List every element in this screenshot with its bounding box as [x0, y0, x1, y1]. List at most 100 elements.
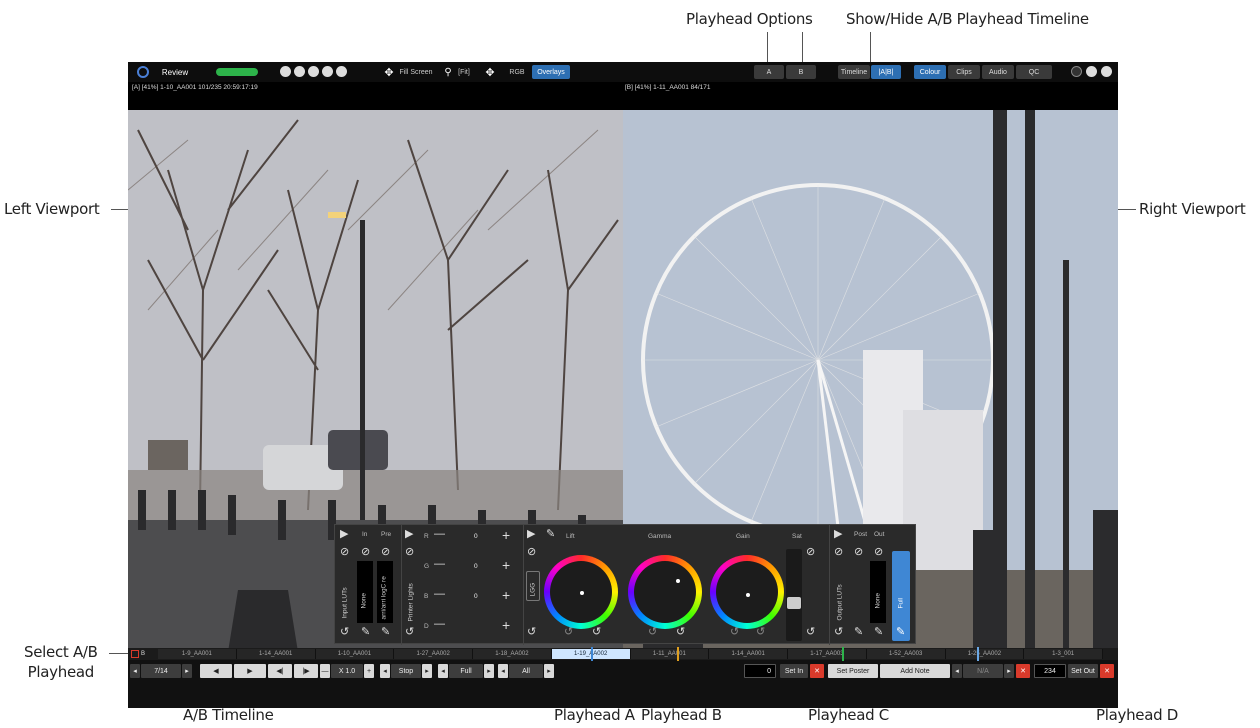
view-mode-icon-1[interactable]: [280, 66, 291, 77]
ab-timeline-toggle[interactable]: |A|B|: [871, 65, 901, 79]
loop-prev-button[interactable]: ◂: [380, 664, 390, 678]
loop-mode[interactable]: Stop: [391, 664, 421, 678]
playhead-a-button[interactable]: A: [754, 65, 784, 79]
d-minus-button[interactable]: —: [434, 619, 445, 630]
timeline-clip[interactable]: 1-3_001: [1024, 649, 1103, 659]
timeline-clip[interactable]: 1-9_AA001: [158, 649, 237, 659]
disable-icon[interactable]: ⊘: [806, 547, 815, 558]
set-poster-button[interactable]: Set Poster: [828, 664, 878, 678]
colour-tab[interactable]: Colour: [914, 65, 946, 79]
r-value[interactable]: 0: [474, 533, 478, 540]
r-minus-button[interactable]: —: [434, 529, 445, 540]
range-prev-button[interactable]: ◂: [438, 664, 448, 678]
play-button[interactable]: ▶: [234, 664, 266, 678]
edit-icon[interactable]: ✎: [874, 627, 883, 638]
play-icon[interactable]: ▶: [834, 529, 842, 540]
play-icon[interactable]: ▶: [340, 529, 348, 540]
microphone-icon[interactable]: [336, 66, 347, 77]
clear-in-button[interactable]: ✕: [810, 664, 824, 678]
ab-timeline[interactable]: B 1-9_AA001 1-14_AA001 1-10_AA001 1-27_AA00…: [128, 647, 1118, 661]
settings-icon[interactable]: [1101, 66, 1112, 77]
b-value[interactable]: 0: [474, 593, 478, 600]
clips-tab[interactable]: Clips: [948, 65, 980, 79]
note-prev-button[interactable]: ◂: [952, 664, 962, 678]
playhead-b-button[interactable]: B: [786, 65, 816, 79]
app-logo-icon[interactable]: [136, 65, 150, 79]
disable-icon[interactable]: ⊘: [874, 547, 883, 558]
gamma-wheel-handle[interactable]: [676, 579, 680, 583]
lift-wheel-handle[interactable]: [580, 591, 584, 595]
scope-prev-button[interactable]: ◂: [498, 664, 508, 678]
gain-reset-icon-2[interactable]: ↺: [756, 627, 765, 638]
range-next-button[interactable]: ▸: [484, 664, 494, 678]
prev-clip-button[interactable]: ◂: [130, 664, 140, 678]
gamma-reset-icon-2[interactable]: ↺: [676, 627, 685, 638]
disable-icon[interactable]: ⊘: [834, 547, 843, 558]
reset-icon[interactable]: ↺: [340, 627, 349, 638]
timeline-button[interactable]: Timeline: [838, 65, 870, 79]
play-icon[interactable]: ▶: [405, 529, 413, 540]
note-next-button[interactable]: ▸: [1004, 664, 1014, 678]
timeline-clip[interactable]: 1-17_AA003: [788, 649, 867, 659]
d-plus-button[interactable]: +: [502, 618, 510, 632]
gain-color-wheel[interactable]: [710, 555, 784, 629]
view-mode-icon-2[interactable]: [294, 66, 305, 77]
view-mode-icon-4[interactable]: [322, 66, 333, 77]
edit-icon[interactable]: ✎: [381, 627, 390, 638]
frame-forward-button[interactable]: |▶: [294, 664, 318, 678]
frame-back-button[interactable]: ◀|: [268, 664, 292, 678]
step-back-button[interactable]: ◀: [200, 664, 232, 678]
fit-button[interactable]: [Fit]: [456, 65, 472, 79]
loop-next-button[interactable]: ▸: [422, 664, 432, 678]
b-plus-button[interactable]: +: [502, 588, 510, 602]
scope-mode[interactable]: All: [509, 664, 543, 678]
timeline-clip[interactable]: 1-52_AA003: [866, 649, 946, 659]
disable-icon[interactable]: ⊘: [361, 547, 370, 558]
in-frame-field[interactable]: 0: [744, 664, 776, 678]
timeline-clip[interactable]: 1-25_AA002: [945, 649, 1025, 659]
playhead-a[interactable]: [591, 647, 593, 661]
playhead-b[interactable]: [677, 647, 679, 661]
timeline-clip[interactable]: 1-14_AA001: [236, 649, 316, 659]
view-mode-icon-3[interactable]: [308, 66, 319, 77]
next-clip-button[interactable]: ▸: [182, 664, 192, 678]
set-out-button[interactable]: Set Out: [1068, 664, 1098, 678]
b-minus-button[interactable]: —: [434, 589, 445, 600]
r-plus-button[interactable]: +: [502, 528, 510, 542]
fill-screen-button[interactable]: Fill Screen: [398, 65, 434, 79]
lift-reset-icon-2[interactable]: ↺: [592, 627, 601, 638]
edit-icon[interactable]: ✎: [896, 627, 905, 638]
gain-wheel-handle[interactable]: [746, 593, 750, 597]
g-value[interactable]: 0: [474, 563, 478, 570]
edit-icon[interactable]: ✎: [854, 627, 863, 638]
audio-tab[interactable]: Audio: [982, 65, 1014, 79]
disable-icon[interactable]: ⊘: [381, 547, 390, 558]
reset-icon[interactable]: ↺: [527, 627, 536, 638]
edit-icon[interactable]: ✎: [361, 627, 370, 638]
g-minus-button[interactable]: —: [434, 559, 445, 570]
out-frame-field[interactable]: 234: [1034, 664, 1066, 678]
disable-icon[interactable]: ⊘: [405, 547, 414, 558]
speed-plus-button[interactable]: +: [364, 664, 374, 678]
saturation-slider-handle[interactable]: [787, 597, 801, 609]
gamma-reset-icon[interactable]: ↺: [648, 627, 657, 638]
timeline-clip[interactable]: 1-18_AA002: [473, 649, 552, 659]
rgb-button[interactable]: RGB: [508, 65, 526, 79]
ab-playhead-selector[interactable]: B: [131, 649, 151, 659]
timeline-clip[interactable]: 1-10_AA001: [315, 649, 395, 659]
edit-icon[interactable]: ✎: [546, 529, 555, 540]
playhead-c[interactable]: [842, 647, 844, 661]
record-icon[interactable]: [1071, 66, 1082, 77]
overlays-button[interactable]: Overlays: [532, 65, 570, 79]
disable-icon[interactable]: ⊘: [527, 547, 536, 558]
refresh-icon[interactable]: [1086, 66, 1097, 77]
reset-icon[interactable]: ↺: [405, 627, 414, 638]
play-icon[interactable]: ▶: [527, 529, 535, 540]
reset-icon[interactable]: ↺: [806, 627, 815, 638]
move-icon[interactable]: ✥: [383, 65, 395, 79]
disable-icon[interactable]: ⊘: [340, 547, 349, 558]
zoom-icon[interactable]: ⚲: [442, 65, 454, 79]
delete-note-button[interactable]: ✕: [1016, 664, 1030, 678]
disable-icon[interactable]: ⊘: [854, 547, 863, 558]
lift-color-wheel[interactable]: [544, 555, 618, 629]
